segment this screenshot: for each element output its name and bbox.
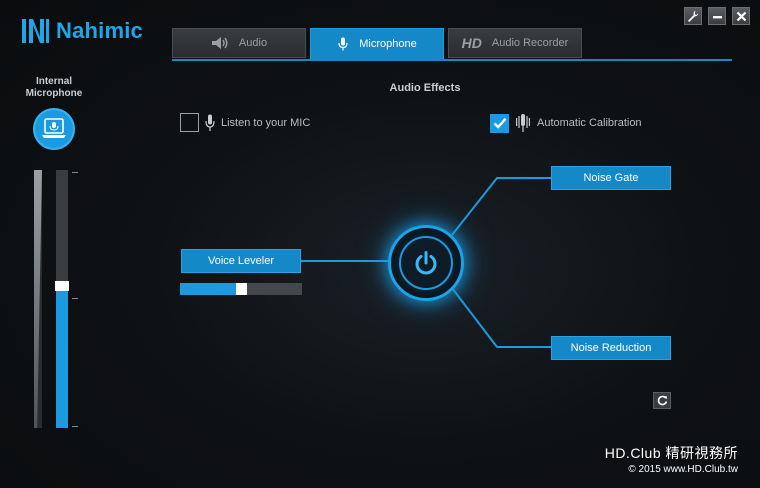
tab-audio[interactable]: Audio — [172, 28, 306, 58]
watermark-copyright: © 2015 www.HD.Club.tw — [628, 464, 738, 475]
mic-volume-slider[interactable] — [55, 170, 69, 428]
listen-to-mic-label: Listen to your MIC — [221, 116, 311, 129]
audio-effects-title: Audio Effects — [389, 82, 461, 94]
device-button[interactable] — [33, 108, 75, 150]
speaker-icon — [211, 37, 228, 49]
wrench-icon — [688, 10, 699, 22]
mic-volume-fill — [56, 286, 68, 428]
microphone-icon — [205, 114, 215, 131]
tab-audio-label: Audio — [238, 37, 268, 49]
logo-text: Nahimic — [56, 18, 143, 43]
tab-microphone-label: Microphone — [359, 38, 417, 50]
nahimic-logo-icon — [22, 19, 49, 43]
voice-leveler-fill — [180, 283, 241, 295]
power-icon — [415, 251, 437, 275]
mic-volume-thumb[interactable] — [55, 281, 69, 291]
hd-icon: HD — [461, 35, 482, 51]
voice-leveler-button[interactable]: Voice Leveler — [181, 249, 301, 273]
close-icon — [736, 11, 746, 21]
settings-button[interactable] — [684, 7, 702, 25]
automatic-calibration-option[interactable]: Automatic Calibration — [490, 112, 642, 134]
automatic-calibration-label: Automatic Calibration — [537, 117, 642, 129]
volume-tick-top — [72, 172, 78, 173]
voice-leveler-slider[interactable] — [180, 283, 302, 295]
listen-to-mic-option[interactable]: Listen to your MIC — [180, 113, 310, 132]
minimize-button[interactable] — [708, 7, 726, 25]
microphone-icon — [338, 37, 348, 51]
voice-leveler-label: Voice Leveler — [207, 255, 275, 267]
close-button[interactable] — [732, 7, 750, 25]
input-level-meter-fill — [34, 170, 42, 428]
device-label-line2: Microphone — [25, 88, 83, 99]
power-ring — [399, 236, 453, 290]
automatic-calibration-checkbox[interactable] — [490, 113, 509, 133]
volume-tick-middle — [72, 298, 78, 299]
effects-power-button[interactable] — [388, 225, 464, 301]
voice-leveler-thumb[interactable] — [236, 283, 247, 295]
nahimic-logo: Nahimic — [20, 17, 143, 45]
laptop-microphone-icon — [42, 118, 66, 138]
tab-underline — [172, 59, 732, 61]
input-level-meter — [34, 170, 42, 428]
tab-audio-recorder[interactable]: HD Audio Recorder — [448, 28, 582, 58]
noise-reduction-button[interactable]: Noise Reduction — [551, 336, 671, 360]
device-label: Internal Microphone — [18, 76, 90, 100]
noise-gate-label: Noise Gate — [583, 172, 639, 184]
nahimic-window: Nahimic Audio Microphone HD Audio Record… — [0, 0, 760, 488]
tab-microphone[interactable]: Microphone — [310, 28, 444, 60]
reset-icon — [657, 395, 667, 406]
microphone-waveform-icon — [516, 114, 530, 132]
window-controls — [684, 7, 750, 25]
tab-audio-recorder-label: Audio Recorder — [491, 37, 569, 49]
listen-to-mic-checkbox[interactable] — [180, 113, 199, 132]
watermark: HD.Club 精研視務所 © 2015 www.HD.Club.tw — [605, 443, 738, 475]
watermark-title: HD.Club 精研視務所 — [604, 445, 738, 461]
minimize-icon — [712, 15, 722, 18]
volume-tick-bottom — [72, 426, 78, 427]
checkmark-icon — [493, 118, 506, 129]
noise-gate-button[interactable]: Noise Gate — [551, 166, 671, 190]
effect-connector-lines — [140, 177, 715, 348]
noise-reduction-label: Noise Reduction — [570, 342, 652, 354]
main-tabs: Audio Microphone HD Audio Recorder — [172, 28, 582, 60]
device-label-line1: Internal — [35, 76, 73, 87]
reset-button[interactable] — [653, 392, 671, 409]
